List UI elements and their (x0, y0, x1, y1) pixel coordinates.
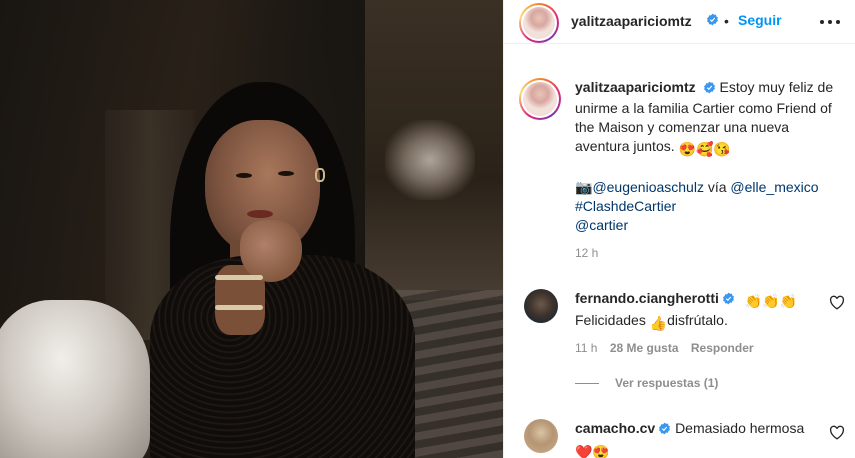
photo-hand (240, 220, 302, 282)
comment-username[interactable]: fernando.ciangherotti (575, 290, 719, 306)
follow-separator: • (724, 13, 729, 29)
post-header: yalitzaapariciomtz • Seguir (504, 0, 855, 44)
hashtag-link[interactable]: #ClashdeCartier (575, 198, 676, 214)
follow-button[interactable]: Seguir (738, 12, 782, 28)
photo-lace-dress (150, 255, 415, 458)
photo-light-spot (385, 120, 475, 200)
photo-bracelet (215, 275, 263, 280)
comment-body: fernando.ciangherotti 👏👏👏 Felicidades 👍d… (575, 289, 815, 333)
comment-avatar[interactable] (524, 289, 558, 323)
verified-badge-icon (706, 13, 719, 29)
author-avatar[interactable] (519, 3, 559, 43)
reply-button[interactable]: Responder (691, 341, 754, 355)
comment-text-after: disfrútalo. (667, 312, 728, 328)
photo-eye-left (236, 173, 252, 178)
camera-icon: 📷 (575, 179, 593, 195)
view-replies-button[interactable]: Ver respuestas (1) (575, 376, 718, 390)
photo-earring (315, 168, 325, 182)
post-side-panel: yalitzaapariciomtz • Seguir yalitzaapari… (503, 0, 855, 458)
comment-avatar[interactable] (524, 419, 558, 453)
caption-emojis: 😍🥰😘 (678, 141, 731, 157)
comment-emoji-mid: 👍 (649, 315, 668, 331)
caption-credits: 📷@eugenioaschulz vía @elle_mexico #Clash… (575, 178, 845, 235)
view-replies-label: Ver respuestas (1) (615, 376, 719, 390)
comment-meta: 11 h 28 Me gusta Responder (575, 341, 763, 355)
comment-emoji-end: 👏👏👏 (744, 293, 798, 309)
photo-eye-right (278, 171, 294, 176)
comment-username[interactable]: camacho.cv (575, 420, 655, 436)
photo-lips (247, 210, 273, 218)
replies-divider (575, 383, 599, 385)
mention-link[interactable]: @cartier (575, 217, 628, 233)
verified-badge-icon (703, 80, 716, 99)
comment-emoji-end: ❤️😍 (575, 444, 610, 458)
credit-photographer-link[interactable]: @eugenioaschulz (592, 179, 704, 195)
author-username[interactable]: yalitzaapariciomtz (571, 13, 692, 29)
comment-body: camacho.cv Demasiado hermosa ❤️😍 (575, 419, 815, 458)
photo-bracelet (215, 305, 263, 310)
heart-icon[interactable] (829, 425, 845, 440)
heart-icon[interactable] (829, 295, 845, 310)
verified-badge-icon (658, 421, 671, 440)
credit-source-link[interactable]: @elle_mexico (730, 179, 818, 195)
photo-vase (0, 300, 150, 458)
comment-likes[interactable]: 28 Me gusta (610, 341, 679, 355)
comment-time[interactable]: 11 h (575, 341, 597, 355)
caption-author-avatar[interactable] (519, 78, 561, 120)
comment-text: Felicidades (575, 312, 650, 328)
caption-body: yalitzaapariciomtz Estoy muy feliz de un… (575, 78, 845, 159)
more-options-icon[interactable] (820, 15, 840, 29)
instagram-post: yalitzaapariciomtz • Seguir yalitzaapari… (0, 0, 855, 458)
post-photo[interactable] (0, 0, 503, 458)
credit-via: vía (703, 179, 731, 195)
comment-text: Demasiado hermosa (675, 420, 805, 436)
caption-username[interactable]: yalitzaapariciomtz (575, 79, 696, 95)
verified-badge-icon (722, 291, 735, 310)
post-timestamp[interactable]: 12 h (575, 246, 598, 260)
